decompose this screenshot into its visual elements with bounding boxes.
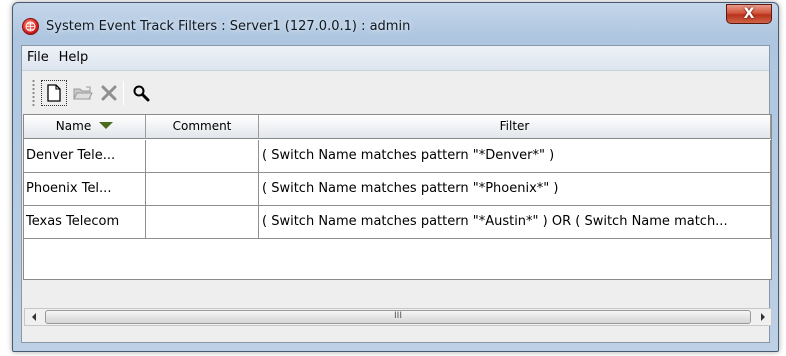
- client-area: File Help Name Comment Filter Denver Tel…: [21, 45, 772, 343]
- filters-table: Name Comment Filter Denver Tele... ( Swi…: [23, 114, 772, 280]
- magnifier-icon: [133, 85, 150, 102]
- cell-filter[interactable]: ( Switch Name matches pattern "*Denver*"…: [259, 140, 771, 172]
- new-document-icon: [47, 84, 61, 102]
- new-button[interactable]: [41, 80, 67, 106]
- table-row[interactable]: Texas Telecom ( Switch Name matches patt…: [24, 206, 771, 239]
- scroll-right-button[interactable]: [754, 309, 771, 325]
- table-row[interactable]: Phoenix Tel... ( Switch Name matches pat…: [24, 173, 771, 206]
- cell-comment[interactable]: [146, 206, 259, 238]
- table-row[interactable]: Denver Tele... ( Switch Name matches pat…: [24, 140, 771, 173]
- scrollbar-thumb[interactable]: III: [45, 310, 751, 324]
- horizontal-scrollbar[interactable]: III: [24, 308, 772, 326]
- open-folder-icon: [73, 86, 93, 100]
- cell-filter[interactable]: ( Switch Name matches pattern "*Austin*"…: [259, 206, 771, 238]
- toolbar-separator: [123, 81, 124, 105]
- window-title: System Event Track Filters : Server1 (12…: [46, 19, 411, 34]
- sort-descending-icon: [99, 122, 114, 129]
- column-header-comment[interactable]: Comment: [146, 115, 259, 139]
- chevron-left-icon: [31, 313, 36, 321]
- table-header: Name Comment Filter: [24, 115, 771, 139]
- cell-filter[interactable]: ( Switch Name matches pattern "*Phoenix*…: [259, 173, 771, 205]
- cell-name[interactable]: Denver Tele...: [24, 140, 146, 172]
- open-button[interactable]: [70, 80, 96, 106]
- toolbar: [22, 71, 769, 113]
- scroll-left-button[interactable]: [25, 309, 42, 325]
- menu-help[interactable]: Help: [59, 50, 89, 65]
- column-header-name[interactable]: Name: [24, 115, 146, 139]
- app-globe-icon: [22, 18, 39, 35]
- table-body: Denver Tele... ( Switch Name matches pat…: [24, 140, 771, 239]
- cell-name[interactable]: Texas Telecom: [24, 206, 146, 238]
- find-button[interactable]: [128, 80, 154, 106]
- cell-comment[interactable]: [146, 140, 259, 172]
- menu-bar: File Help: [22, 46, 769, 71]
- cell-comment[interactable]: [146, 173, 259, 205]
- delete-x-icon: [101, 85, 117, 101]
- toolbar-grip[interactable]: [32, 79, 35, 107]
- delete-button[interactable]: [96, 80, 122, 106]
- title-bar[interactable]: System Event Track Filters : Server1 (12…: [13, 3, 778, 45]
- cell-name[interactable]: Phoenix Tel...: [24, 173, 146, 205]
- column-header-filter[interactable]: Filter: [259, 115, 771, 139]
- close-button[interactable]: X: [726, 4, 772, 24]
- chevron-right-icon: [760, 313, 765, 321]
- menu-file[interactable]: File: [27, 50, 49, 65]
- dialog-window: System Event Track Filters : Server1 (12…: [12, 2, 779, 352]
